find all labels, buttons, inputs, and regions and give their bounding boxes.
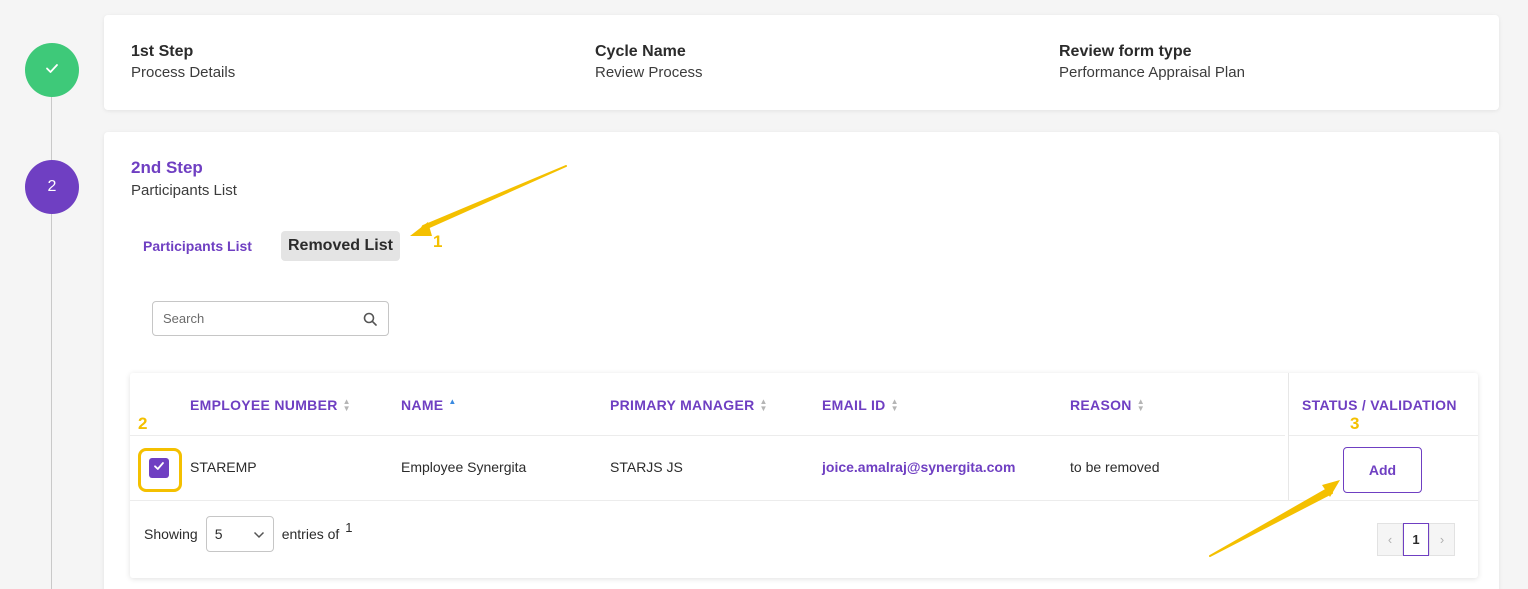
review-form-type-value: Performance Appraisal Plan [1059,64,1245,81]
step-2-card: 2nd Step Participants List Participants … [104,132,1499,589]
step-1-complete-indicator [25,43,79,97]
entries-of-label: entries of [281,526,340,542]
entries-total: 1 [345,520,353,535]
step-2-number: 2 [47,178,57,195]
cycle-name-label: Cycle Name [595,43,686,60]
search-input[interactable] [163,311,362,326]
step-1-value: Process Details [131,64,236,81]
removed-participants-table: EMPLOYEE NUMBER ▲▼ NAME ▲▼ PRIMARY MANAG… [130,373,1478,578]
step-2-subtitle: Participants List [131,182,237,199]
column-label: EMPLOYEE NUMBER [190,397,338,413]
column-header-email-id[interactable]: EMAIL ID ▲ ▼ [822,397,899,413]
cycle-name-info: Cycle Name Review Process [595,43,703,81]
column-label: PRIMARY MANAGER [610,397,755,413]
chevron-right-icon: › [1439,532,1445,547]
cell-reason: to be removed [1070,459,1160,475]
search-box [152,301,389,336]
step-1-title: 1st Step [131,43,194,60]
column-header-employee-number[interactable]: EMPLOYEE NUMBER ▲ ▼ [190,397,351,413]
sort-icon: ▲ ▼ [890,397,899,413]
status-column: STATUS / VALIDATION Add [1288,373,1478,500]
pagination-next-button[interactable]: › [1429,523,1455,556]
column-label: NAME [401,397,444,413]
header-divider [130,435,1285,436]
chevron-left-icon: ‹ [1387,532,1393,547]
cell-employee-number: STAREMP [190,459,257,475]
review-form-type-info: Review form type Performance Appraisal P… [1059,43,1245,81]
row-select-checkbox[interactable] [149,458,169,478]
chevron-down-icon [253,526,265,542]
footer-divider [130,500,1478,501]
step-2-title: 2nd Step [131,158,203,177]
step-1-card: 1st Step Process Details Cycle Name Revi… [104,15,1499,110]
sort-icon: ▲ ▼ [1136,397,1145,413]
column-header-status-validation: STATUS / VALIDATION [1302,397,1457,413]
check-icon [153,459,165,477]
cell-name: Employee Synergita [401,459,527,475]
pagination-prev-button[interactable]: ‹ [1377,523,1403,556]
add-participant-button[interactable]: Add [1343,447,1422,493]
sort-icon: ▲ ▼ [759,397,768,413]
step-2-indicator: 2 [25,160,79,214]
cell-primary-manager: STARJS JS [610,459,683,475]
table-main: EMPLOYEE NUMBER ▲▼ NAME ▲▼ PRIMARY MANAG… [130,373,1285,500]
entries-info: Showing 5 entries of 1 [144,516,353,552]
tab-removed-list[interactable]: Removed List [281,231,400,261]
column-header-primary-manager[interactable]: PRIMARY MANAGER ▲ ▼ [610,397,768,413]
sort-ascending-icon: ▲▼ [448,397,457,406]
tab-participants-list[interactable]: Participants List [143,238,252,254]
check-icon [44,60,60,81]
column-header-name[interactable]: NAME ▲▼ [401,397,457,413]
entries-value: 5 [214,526,223,542]
cell-email-id[interactable]: joice.amalraj@synergita.com [822,459,1015,475]
annotation-1: 1 [433,232,443,251]
cycle-name-value: Review Process [595,64,703,81]
search-icon[interactable] [362,311,378,327]
header-divider [1289,435,1478,436]
entries-per-page-select[interactable]: 5 [205,516,274,552]
column-label: EMAIL ID [822,397,886,413]
annotation-3: 3 [1350,414,1360,433]
column-label: REASON [1070,397,1132,413]
sort-icon: ▲ ▼ [342,397,351,413]
annotation-2: 2 [138,414,148,433]
pagination-page-1[interactable]: 1 [1403,523,1429,556]
showing-label: Showing [144,526,198,542]
pagination: ‹ 1 › [1377,523,1455,556]
column-header-reason[interactable]: REASON ▲ ▼ [1070,397,1145,413]
review-form-type-label: Review form type [1059,43,1192,60]
step-1-info: 1st Step Process Details [131,43,235,81]
